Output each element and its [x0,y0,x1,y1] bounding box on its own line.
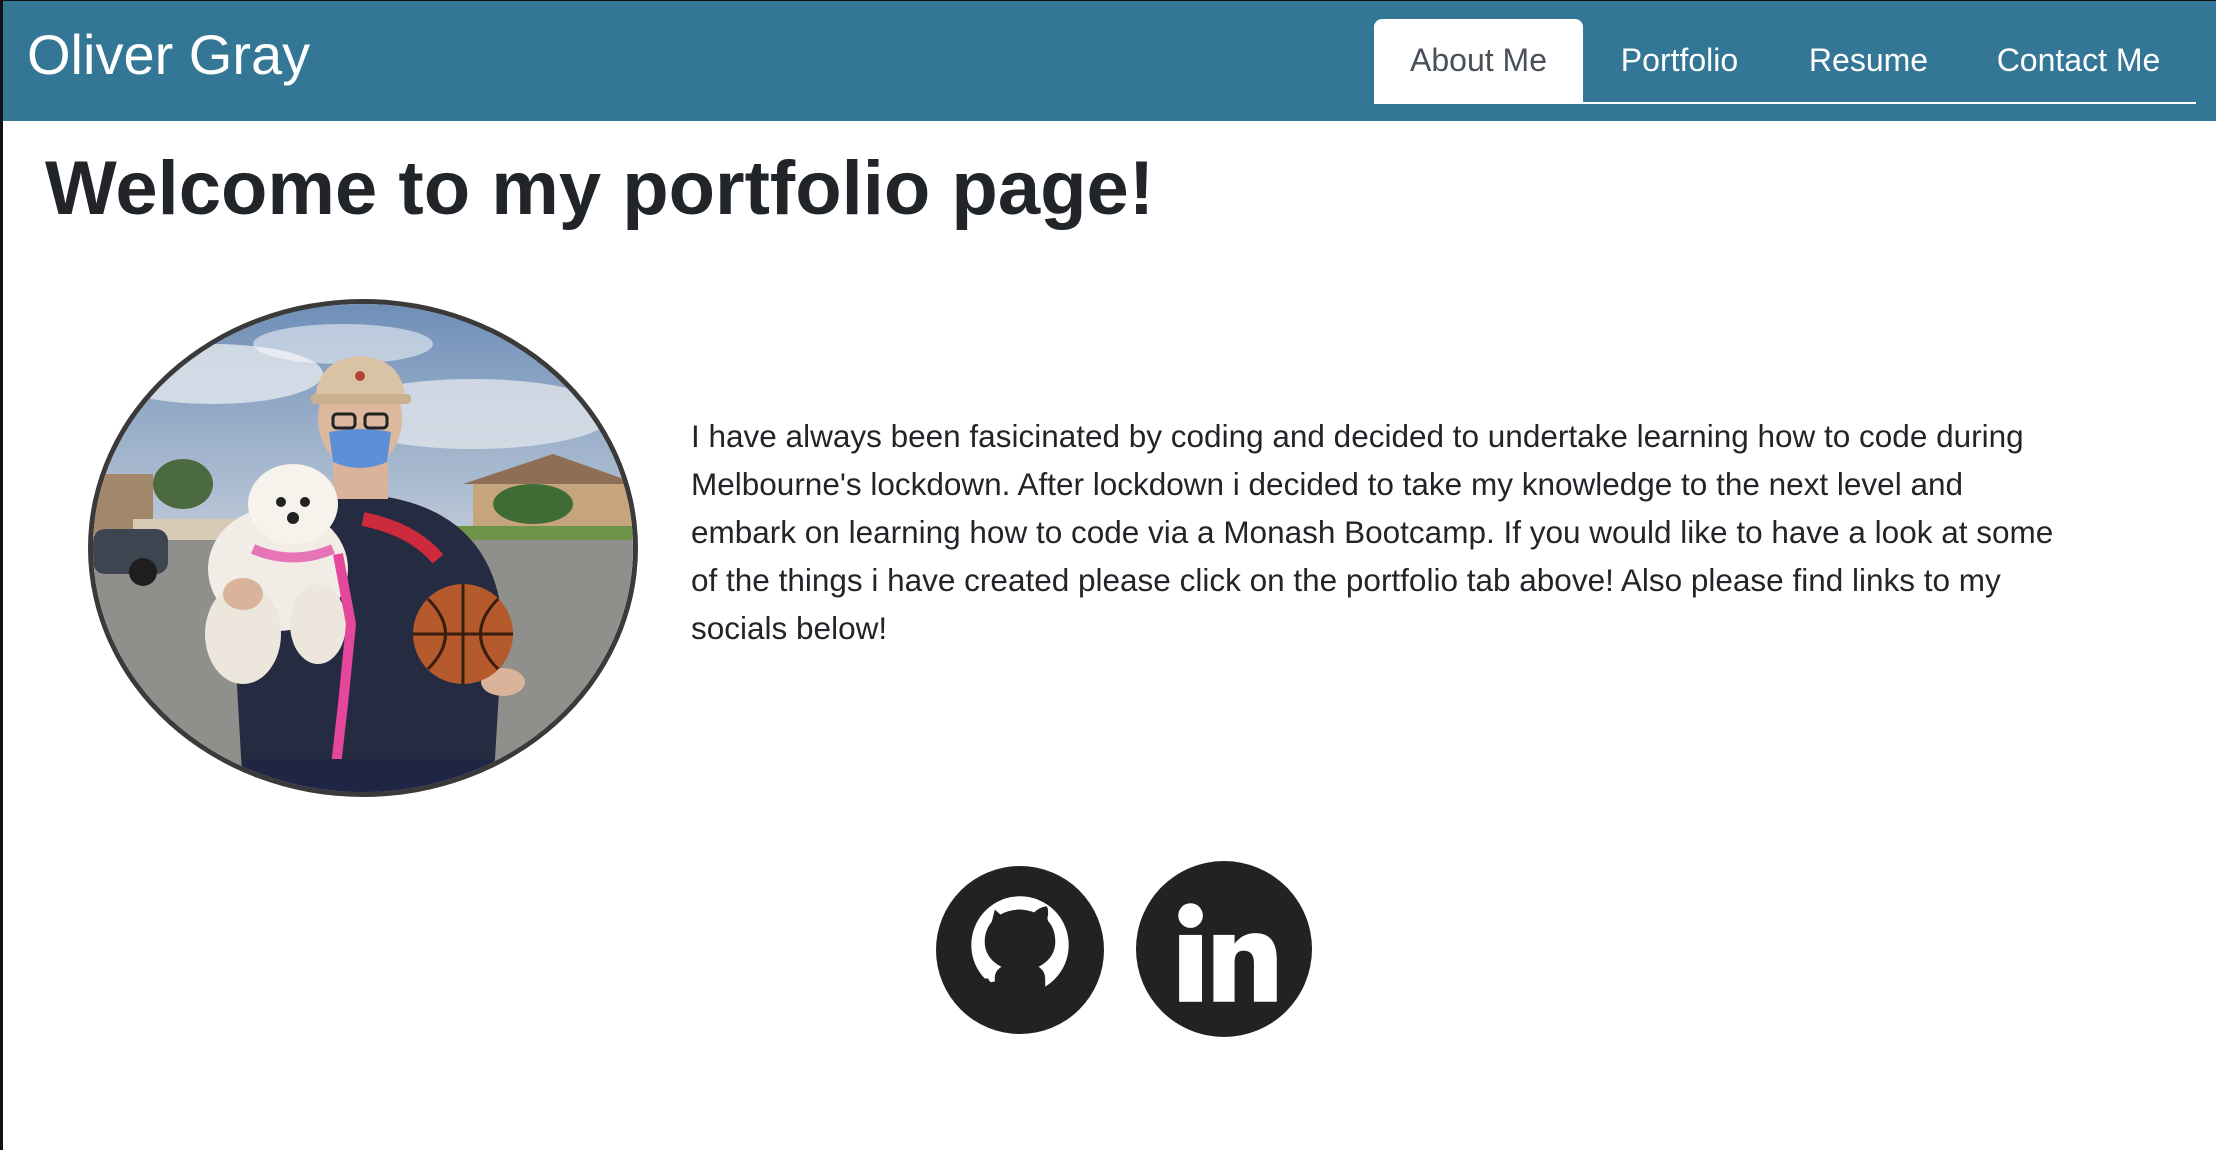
page-title: Welcome to my portfolio page! [45,146,1155,231]
tab-contact-me[interactable]: Contact Me [1961,19,2196,102]
profile-photo [88,299,638,797]
tab-portfolio[interactable]: Portfolio [1583,19,1776,102]
tab-about-me[interactable]: About Me [1374,19,1583,104]
linkedin-icon [1136,861,1312,1037]
github-icon [936,866,1104,1034]
brand-name[interactable]: Oliver Gray [27,27,310,83]
linkedin-link[interactable] [1136,861,1312,1037]
bio-text: I have always been fasicinated by coding… [691,418,2054,646]
page: Oliver Gray About Me Portfolio Resume Co… [0,0,2216,1150]
github-link[interactable] [936,866,1104,1034]
nav-tabs: About Me Portfolio Resume Contact Me [1374,19,2196,104]
tab-resume[interactable]: Resume [1776,19,1961,102]
navbar: Oliver Gray About Me Portfolio Resume Co… [3,1,2216,121]
